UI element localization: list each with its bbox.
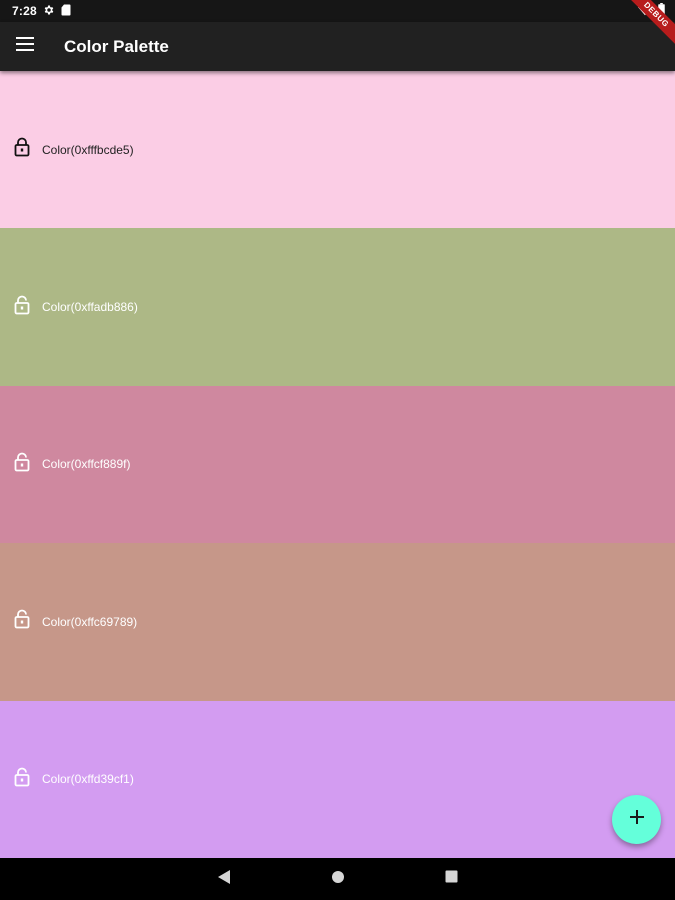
- settings-icon: [43, 4, 55, 19]
- hamburger-menu-icon: [16, 37, 34, 56]
- lock-open-icon: [14, 767, 30, 792]
- status-left: 7:28: [0, 4, 71, 19]
- lock-open-icon: [14, 452, 30, 477]
- system-nav-bar: [0, 858, 675, 900]
- color-hex-label: Color(0xffcf889f): [42, 457, 131, 472]
- status-time: 7:28: [12, 4, 37, 18]
- lock-open-icon: [14, 295, 30, 320]
- color-swatch-row[interactable]: Color(0xffc69789): [0, 543, 675, 701]
- lock-toggle-button[interactable]: [12, 609, 32, 634]
- app-bar: Color Palette: [0, 22, 675, 71]
- color-hex-label: Color(0xfffbcde5): [42, 142, 134, 157]
- palette-list: Color(0xfffbcde5) Color(0xffadb886) Color(…: [0, 71, 675, 858]
- status-bar: 7:28 DEBUG: [0, 0, 675, 52]
- lock-closed-icon: [14, 137, 30, 162]
- lock-toggle-button[interactable]: [12, 295, 32, 319]
- lock-toggle-button[interactable]: [12, 137, 32, 162]
- home-icon: [331, 870, 345, 889]
- color-swatch-row[interactable]: Color(0xffadb886): [0, 228, 675, 386]
- plus-icon: [629, 809, 645, 830]
- back-button[interactable]: [212, 867, 236, 891]
- recents-icon: [445, 870, 458, 888]
- color-hex-label: Color(0xffd39cf1): [42, 772, 134, 787]
- menu-button[interactable]: [0, 22, 50, 71]
- home-button[interactable]: [326, 867, 350, 891]
- sd-card-icon: [61, 4, 71, 19]
- color-swatch-row[interactable]: Color(0xfffbcde5): [0, 71, 675, 229]
- recents-button[interactable]: [440, 867, 464, 891]
- color-swatch-row[interactable]: Color(0xffcf889f): [0, 385, 675, 544]
- lock-toggle-button[interactable]: [12, 767, 32, 791]
- lock-open-icon: [14, 609, 30, 634]
- add-color-button[interactable]: [612, 795, 661, 844]
- lock-toggle-button[interactable]: [12, 452, 32, 476]
- color-hex-label: Color(0xffc69789): [42, 614, 138, 629]
- color-hex-label: Color(0xffadb886): [42, 300, 138, 315]
- page-title: Color Palette: [64, 36, 169, 56]
- back-icon: [217, 869, 231, 890]
- app-screen: 7:28 DEBUG Color Palette Color(0xfffbcde…: [0, 0, 675, 900]
- color-swatch-row[interactable]: Color(0xffd39cf1): [0, 700, 675, 858]
